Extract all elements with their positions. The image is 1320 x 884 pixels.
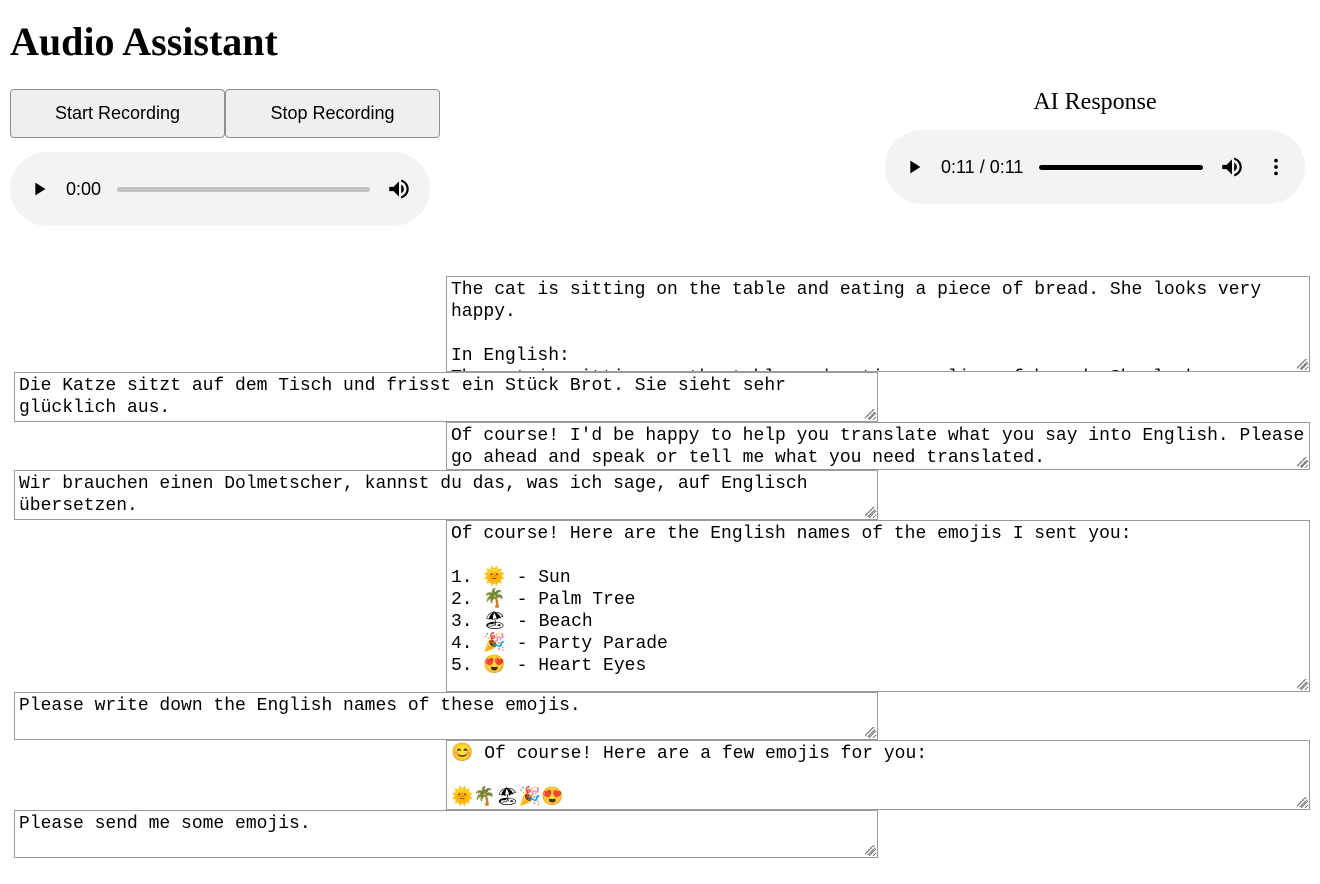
user-audio-player[interactable]: 0:00 [10,152,430,226]
start-recording-button[interactable]: Start Recording [10,89,225,138]
volume-icon[interactable] [1219,154,1245,180]
assistant-message[interactable]: Of course! I'd be happy to help you tran… [446,422,1310,470]
ai-audio-time: 0:11 / 0:11 [941,157,1023,178]
user-message[interactable]: Please write down the English names of t… [14,692,878,740]
play-icon[interactable] [28,178,50,200]
assistant-message[interactable]: Of course! Here are the English names of… [446,520,1310,692]
play-icon[interactable] [903,156,925,178]
assistant-message[interactable]: 😊 Of course! Here are a few emojis for y… [446,740,1310,810]
ai-response-label: AI Response [1033,89,1156,116]
user-message[interactable]: Wir brauchen einen Dolmetscher, kannst d… [14,470,878,520]
conversation: The cat is sitting on the table and eati… [10,276,1310,858]
ai-audio-player[interactable]: 0:11 / 0:11 [885,130,1305,204]
kebab-menu-icon[interactable] [1261,156,1287,178]
assistant-message[interactable]: The cat is sitting on the table and eati… [446,276,1310,372]
ai-audio-track[interactable] [1039,165,1203,170]
page-title: Audio Assistant [10,18,1310,65]
user-audio-track[interactable] [117,187,370,192]
user-message[interactable]: Die Katze sitzt auf dem Tisch und frisst… [14,372,878,422]
user-audio-time: 0:00 [66,179,101,200]
stop-recording-button[interactable]: Stop Recording [225,89,440,138]
volume-icon[interactable] [386,176,412,202]
user-message[interactable]: Please send me some emojis. [14,810,878,858]
